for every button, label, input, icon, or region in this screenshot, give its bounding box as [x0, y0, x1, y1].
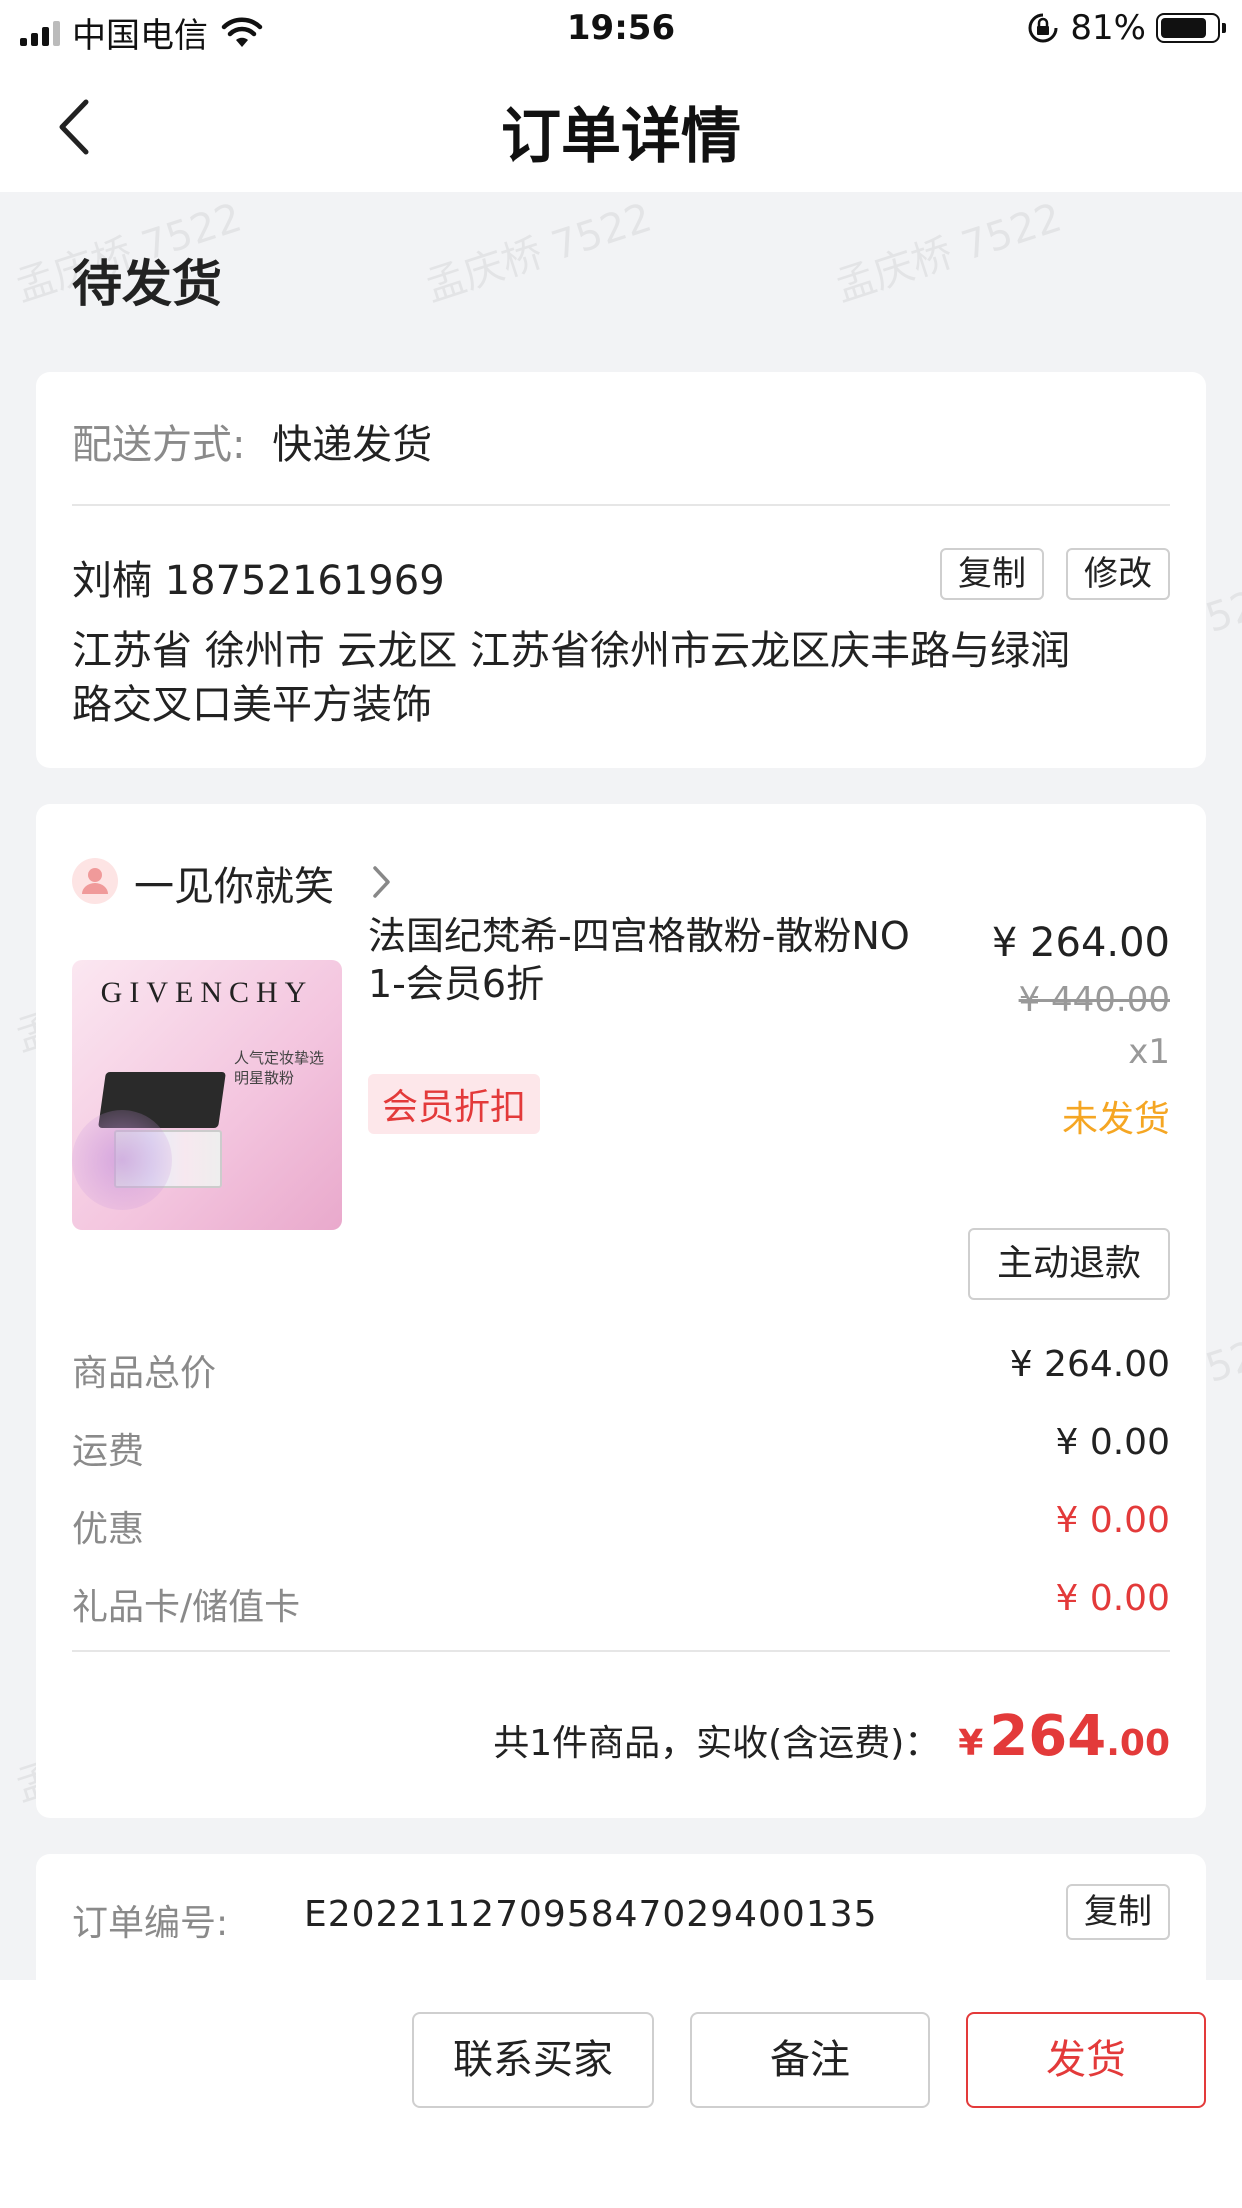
order-total-currency: ¥	[958, 1723, 984, 1764]
product-image-caption: 人气定妆挚选 明星散粉	[234, 1049, 325, 1087]
order-items-card: 一见你就笑 GIVENCHY 人气定妆挚选 明星散粉 法国纪梵希-四宫格散粉-散…	[36, 804, 1206, 1818]
order-total-decimal: .00	[1106, 1723, 1170, 1764]
ship-button[interactable]: 发货	[966, 2012, 1206, 2108]
status-bar: 中国电信 19:56 81%	[0, 0, 1242, 62]
chevron-right-icon[interactable]	[370, 862, 394, 902]
summary-label-shipping: 运费	[72, 1431, 145, 1472]
copy-address-button[interactable]: 复制	[940, 548, 1044, 600]
order-number-value: E20221127095847029400135	[304, 1894, 878, 1935]
copy-order-number-button[interactable]: 复制	[1066, 1884, 1170, 1940]
product-image[interactable]: GIVENCHY 人气定妆挚选 明星散粉	[72, 960, 342, 1230]
order-number-label: 订单编号:	[72, 1903, 229, 1944]
product-quantity: x1	[1128, 1032, 1170, 1072]
edit-address-button[interactable]: 修改	[1066, 548, 1170, 600]
summary-value-shipping: ¥ 0.00	[1055, 1422, 1170, 1463]
summary-value-subtotal: ¥ 264.00	[1009, 1344, 1170, 1385]
summary-label-discount: 优惠	[72, 1509, 145, 1550]
order-total: 共1件商品，实收(含运费)： ¥ 264 .00	[493, 1704, 1170, 1769]
delivery-method-value: 快递发货	[272, 422, 433, 468]
bottom-action-bar: 联系买家 备注 发货	[0, 1980, 1242, 2208]
delivery-card: 配送方式: 快递发货 刘楠 18752161969 复制 修改 江苏省 徐州市 …	[36, 372, 1206, 768]
summary-label-subtotal: 商品总价	[72, 1353, 217, 1394]
address: 江苏省 徐州市 云龙区 江苏省徐州市云龙区庆丰路与绿润 路交叉口美平方装饰	[72, 624, 1070, 732]
order-total-integer: 264	[989, 1704, 1107, 1769]
decorative-flower	[72, 1110, 172, 1210]
ship-status: 未发货	[1061, 1099, 1170, 1140]
delivery-method: 配送方式: 快递发货	[72, 412, 432, 470]
watermark: 孟庆桥 7522	[419, 194, 658, 311]
status-right: 81%	[1026, 8, 1226, 48]
user-avatar-icon	[72, 858, 118, 904]
product-image-brand: GIVENCHY	[100, 976, 314, 1009]
watermark: 孟庆桥 7522	[829, 194, 1068, 311]
product-title-line-2: 1-会员6折	[368, 962, 545, 1006]
recipient-info: 刘楠 18752161969	[72, 558, 445, 604]
note-button[interactable]: 备注	[690, 2012, 930, 2108]
contact-buyer-button[interactable]: 联系买家	[412, 2012, 654, 2108]
nav-bar: 订单详情	[0, 62, 1242, 192]
product-title-line-1: 法国纪梵希-四宫格散粉-散粉NO	[368, 914, 910, 958]
divider	[72, 1650, 1170, 1652]
summary-value-giftcard: ¥ 0.00	[1055, 1578, 1170, 1619]
product-price: ¥ 264.00	[991, 920, 1170, 966]
shop-name[interactable]: 一见你就笑	[134, 854, 334, 912]
delivery-method-label: 配送方式:	[72, 422, 246, 468]
rotation-lock-icon	[1028, 13, 1058, 43]
address-line-1: 江苏省 徐州市 云龙区 江苏省徐州市云龙区庆丰路与绿润	[72, 628, 1071, 674]
order-status-title: 待发货	[72, 255, 222, 313]
summary-value-discount: ¥ 0.00	[1055, 1500, 1170, 1541]
battery-percent: 81%	[1070, 8, 1146, 48]
divider	[72, 504, 1170, 506]
battery-icon	[1156, 13, 1226, 43]
address-line-2: 路交叉口美平方装饰	[72, 682, 432, 728]
order-total-prefix: 共1件商品，实收(含运费)：	[493, 1723, 941, 1764]
member-discount-tag: 会员折扣	[368, 1074, 541, 1134]
refund-button[interactable]: 主动退款	[968, 1228, 1170, 1300]
product-title[interactable]: 法国纪梵希-四宫格散粉-散粉NO 1-会员6折	[368, 912, 910, 1008]
page-title: 订单详情	[501, 102, 741, 172]
summary-label-giftcard: 礼品卡/储值卡	[72, 1587, 301, 1628]
product-original-price: ¥ 440.00	[1018, 980, 1170, 1020]
